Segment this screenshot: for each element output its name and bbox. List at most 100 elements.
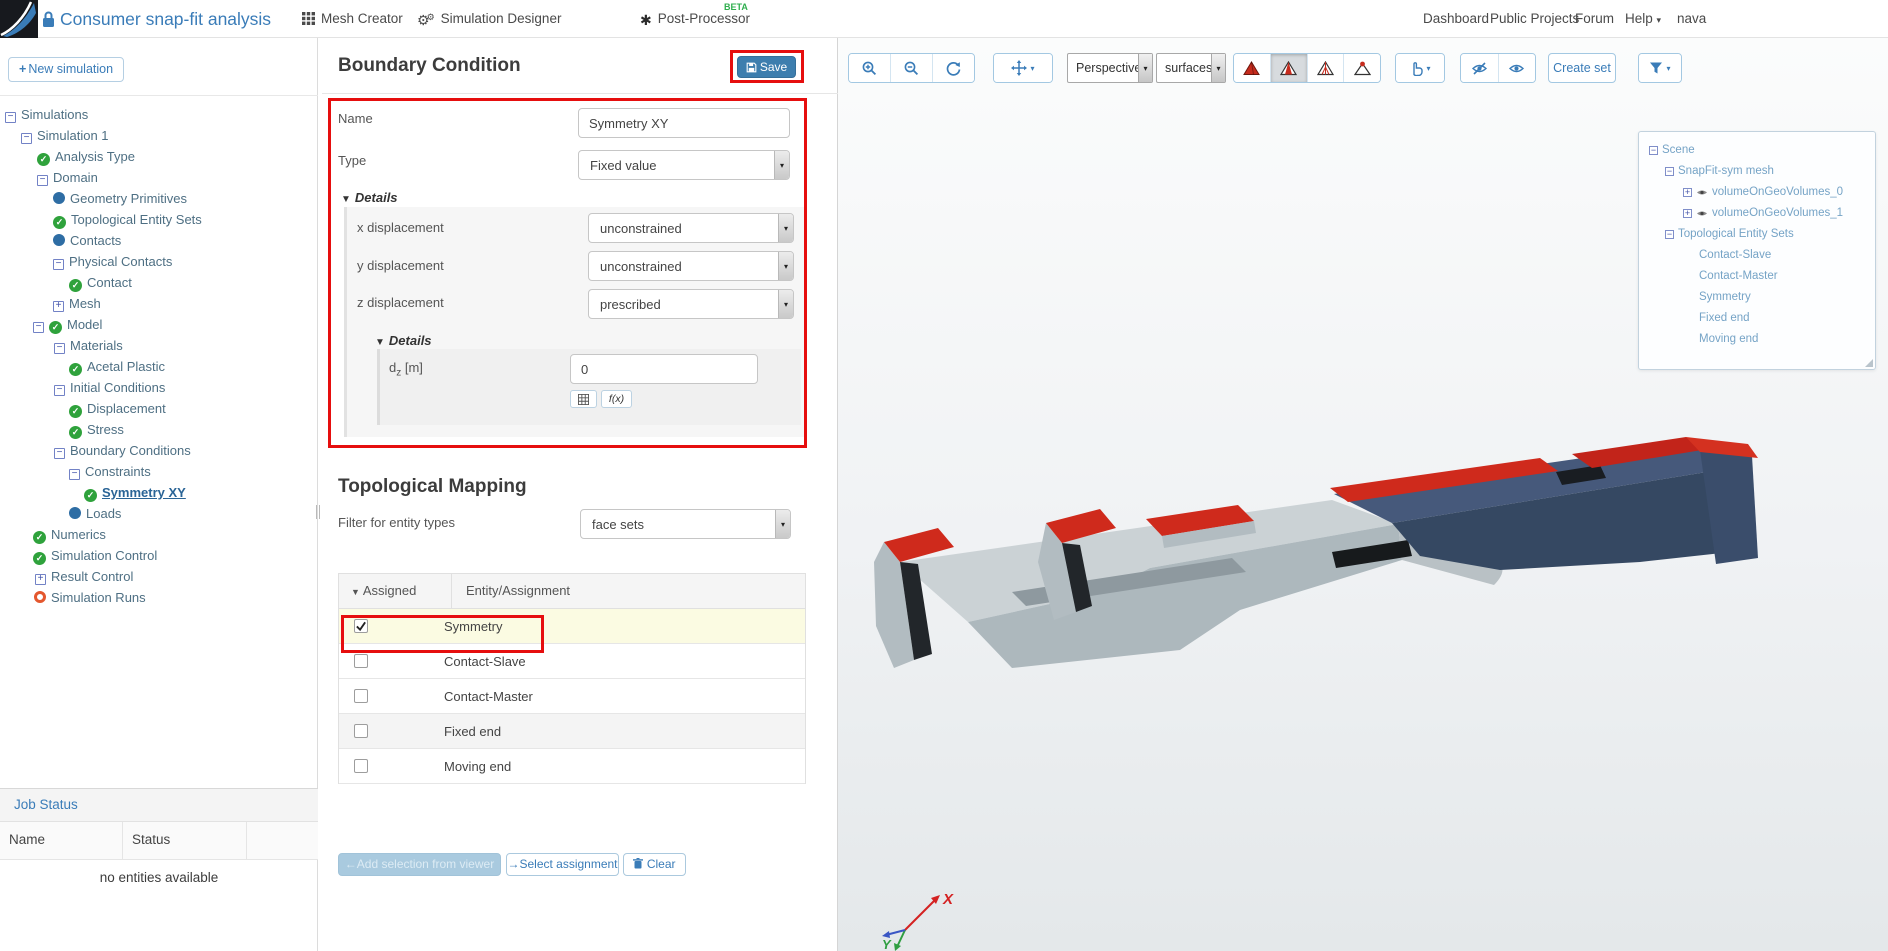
tree-item-simulation-1[interactable]: − Simulation 1 bbox=[0, 124, 318, 145]
scene-item-root[interactable]: − Scene bbox=[1639, 140, 1875, 161]
expand-icon[interactable]: + bbox=[35, 574, 46, 585]
collapse-icon[interactable]: − bbox=[53, 259, 64, 270]
clear-button[interactable]: Clear bbox=[623, 853, 686, 876]
surface-mesh-button[interactable] bbox=[1270, 54, 1308, 82]
scene-panel-resize-handle[interactable] bbox=[1865, 359, 1873, 367]
nav-user-menu[interactable]: nava bbox=[1677, 11, 1706, 26]
tree-item-materials[interactable]: − Materials bbox=[0, 334, 318, 355]
create-set-button[interactable]: Create set bbox=[1548, 53, 1616, 83]
scene-item-volume-1[interactable]: + volumeOnGeoVolumes_1 bbox=[1639, 203, 1875, 224]
save-button[interactable]: Save bbox=[737, 56, 796, 78]
tree-item-contact[interactable]: ✓ Contact bbox=[0, 271, 318, 292]
checkbox-unchecked[interactable] bbox=[354, 689, 368, 703]
table-row-symmetry[interactable]: Symmetry bbox=[339, 609, 805, 644]
tree-item-constraints[interactable]: − Constraints bbox=[0, 460, 318, 481]
eye-icon[interactable] bbox=[1696, 209, 1708, 218]
scene-item-mesh[interactable]: − SnapFit-sym mesh bbox=[1639, 161, 1875, 182]
scene-item-contact-slave[interactable]: Contact-Slave bbox=[1639, 245, 1875, 266]
tab-post-processor[interactable]: ✱ Post-Processor bbox=[640, 11, 750, 29]
function-input-button[interactable]: f(x) bbox=[601, 390, 632, 408]
eye-icon[interactable] bbox=[1696, 188, 1708, 197]
nav-help-menu[interactable]: Help ▾ bbox=[1625, 11, 1661, 26]
tree-item-loads[interactable]: Loads bbox=[0, 502, 318, 523]
tree-item-domain[interactable]: − Domain bbox=[0, 166, 318, 187]
collapse-icon[interactable]: − bbox=[54, 385, 65, 396]
expand-icon[interactable]: + bbox=[1683, 209, 1692, 218]
tree-item-contacts[interactable]: Contacts bbox=[0, 229, 318, 250]
type-select[interactable]: Fixed value ▾ bbox=[578, 150, 790, 180]
wireframe-mesh-button[interactable] bbox=[1307, 54, 1345, 82]
collapse-icon[interactable]: − bbox=[69, 469, 80, 480]
tree-item-result-control[interactable]: + Result Control bbox=[0, 565, 318, 586]
scene-item-volume-0[interactable]: + volumeOnGeoVolumes_0 bbox=[1639, 182, 1875, 203]
zoom-in-button[interactable] bbox=[849, 54, 891, 82]
tree-item-physical-contacts[interactable]: − Physical Contacts bbox=[0, 250, 318, 271]
scene-item-fixed-end[interactable]: Fixed end bbox=[1639, 308, 1875, 329]
tree-item-analysis-type[interactable]: ✓ Analysis Type bbox=[0, 145, 318, 166]
new-simulation-button[interactable]: + New simulation bbox=[8, 57, 125, 82]
checkbox-unchecked[interactable] bbox=[354, 759, 368, 773]
nav-dashboard[interactable]: Dashboard bbox=[1423, 11, 1489, 26]
scene-item-moving-end[interactable]: Moving end bbox=[1639, 329, 1875, 350]
panel-resize-handle[interactable] bbox=[314, 505, 322, 521]
table-row-moving-end[interactable]: Moving end bbox=[339, 749, 805, 784]
tree-item-simulations[interactable]: − Simulations bbox=[0, 103, 318, 124]
show-all-button[interactable] bbox=[1498, 54, 1535, 82]
dz-input[interactable] bbox=[570, 354, 758, 384]
collapse-icon[interactable]: − bbox=[37, 175, 48, 186]
tree-item-topological-entity-sets[interactable]: ✓ Topological Entity Sets bbox=[0, 208, 318, 229]
reset-view-button[interactable] bbox=[933, 54, 974, 82]
tree-item-simulation-control[interactable]: ✓ Simulation Control bbox=[0, 544, 318, 565]
collapse-icon[interactable]: − bbox=[54, 343, 65, 354]
table-input-button[interactable] bbox=[570, 390, 597, 408]
scene-item-topological-entity-sets[interactable]: − Topological Entity Sets bbox=[1639, 224, 1875, 245]
tree-item-acetal-plastic[interactable]: ✓ Acetal Plastic bbox=[0, 355, 318, 376]
z-displacement-select[interactable]: prescribed ▾ bbox=[588, 289, 794, 319]
checkbox-checked[interactable] bbox=[354, 619, 368, 633]
expand-icon[interactable]: + bbox=[53, 301, 64, 312]
render-mode-select[interactable]: surfaces ▾ bbox=[1156, 53, 1226, 83]
hide-selection-button[interactable] bbox=[1461, 54, 1499, 82]
simscale-logo-icon[interactable] bbox=[0, 0, 38, 38]
selection-mode-button[interactable]: ▾ bbox=[1396, 54, 1444, 82]
tree-item-initial-conditions[interactable]: − Initial Conditions bbox=[0, 376, 318, 397]
collapse-icon[interactable]: − bbox=[1665, 230, 1674, 239]
checkbox-unchecked[interactable] bbox=[354, 724, 368, 738]
tab-mesh-creator[interactable]: Mesh Creator bbox=[302, 11, 403, 26]
tree-item-model[interactable]: − ✓ Model bbox=[0, 313, 318, 334]
table-row-fixed-end[interactable]: Fixed end bbox=[339, 714, 805, 749]
viewer-3d[interactable]: X Y ▾ Perspective ▾ surfaces ▾ ▾ Create … bbox=[838, 38, 1888, 951]
tab-simulation-designer[interactable]: ⚙⚙ Simulation Designer bbox=[417, 11, 561, 29]
tree-item-mesh[interactable]: + Mesh bbox=[0, 292, 318, 313]
projection-select[interactable]: Perspective ▾ bbox=[1067, 53, 1153, 83]
zoom-out-button[interactable] bbox=[891, 54, 933, 82]
checkbox-unchecked[interactable] bbox=[354, 654, 368, 668]
assigned-column-header[interactable]: ▼ Assigned bbox=[339, 574, 452, 608]
expand-icon[interactable]: + bbox=[1683, 188, 1692, 197]
solid-mesh-button[interactable] bbox=[1234, 54, 1271, 82]
select-assignment-button[interactable]: →Select assignment bbox=[506, 853, 619, 876]
tree-item-geometry-primitives[interactable]: Geometry Primitives bbox=[0, 187, 318, 208]
details-section-toggle[interactable]: ▼ Details bbox=[341, 190, 398, 205]
tree-item-stress[interactable]: ✓ Stress bbox=[0, 418, 318, 439]
nav-public-projects[interactable]: Public Projects bbox=[1490, 11, 1579, 26]
filter-entity-types-select[interactable]: face sets ▾ bbox=[580, 509, 791, 539]
tree-item-symmetry-xy[interactable]: ✓ Symmetry XY bbox=[0, 481, 318, 502]
name-input[interactable] bbox=[578, 108, 790, 138]
add-selection-from-viewer-button[interactable]: ←Add selection from viewer bbox=[338, 853, 501, 876]
tree-item-displacement[interactable]: ✓ Displacement bbox=[0, 397, 318, 418]
pan-mode-button[interactable]: ▾ bbox=[994, 54, 1052, 82]
scene-item-symmetry[interactable]: Symmetry bbox=[1639, 287, 1875, 308]
x-displacement-select[interactable]: unconstrained ▾ bbox=[588, 213, 794, 243]
scene-item-contact-master[interactable]: Contact-Master bbox=[1639, 266, 1875, 287]
points-mesh-button[interactable] bbox=[1344, 54, 1380, 82]
collapse-icon[interactable]: − bbox=[1665, 167, 1674, 176]
collapse-icon[interactable]: − bbox=[33, 322, 44, 333]
subdetails-section-toggle[interactable]: ▼ Details bbox=[375, 333, 432, 348]
tree-item-numerics[interactable]: ✓ Numerics bbox=[0, 523, 318, 544]
filter-button[interactable]: ▾ bbox=[1639, 54, 1681, 82]
collapse-icon[interactable]: − bbox=[54, 448, 65, 459]
table-row-contact-master[interactable]: Contact-Master bbox=[339, 679, 805, 714]
tree-item-simulation-runs[interactable]: Simulation Runs bbox=[0, 586, 318, 607]
collapse-icon[interactable]: − bbox=[21, 133, 32, 144]
